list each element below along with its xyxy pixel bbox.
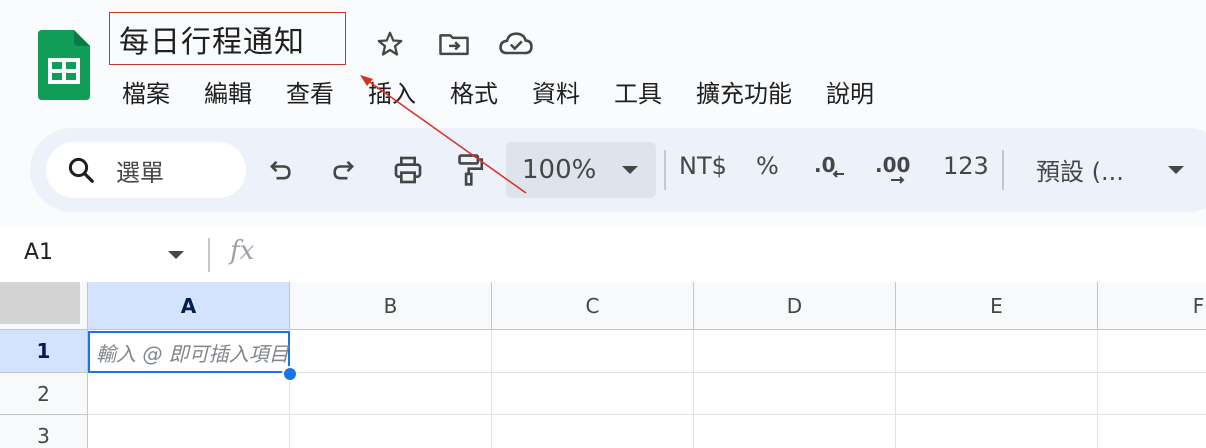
sheets-logo[interactable] [38, 30, 90, 100]
svg-text:.00: .00 [875, 153, 910, 177]
cell[interactable] [492, 373, 694, 415]
cell[interactable] [290, 330, 492, 373]
star-icon[interactable] [372, 26, 408, 62]
decrease-decimal-button[interactable]: .0 [806, 146, 854, 194]
print-button[interactable] [384, 146, 432, 194]
cell[interactable] [492, 415, 694, 448]
menu-format[interactable]: 格式 [450, 76, 498, 112]
move-to-folder-icon[interactable] [436, 26, 472, 62]
increase-decimal-icon: .00 [875, 153, 910, 184]
currency-format-button[interactable]: NT$ [679, 152, 727, 180]
formula-divider [208, 238, 210, 272]
cell[interactable] [88, 373, 290, 415]
column-header-c[interactable]: C [492, 282, 694, 330]
percent-format-button[interactable]: % [756, 152, 779, 180]
undo-icon [270, 160, 291, 180]
redo-icon [333, 160, 354, 180]
row-header-3[interactable]: 3 [0, 415, 88, 448]
fx-icon: fx [230, 236, 255, 266]
print-icon [394, 156, 422, 184]
cell[interactable] [896, 373, 1098, 415]
document-title: 每日行程通知 [119, 24, 305, 60]
column-header-f[interactable]: F [1098, 282, 1206, 330]
chevron-down-icon [622, 166, 638, 174]
cell[interactable] [694, 415, 896, 448]
chevron-down-icon[interactable] [1168, 166, 1184, 174]
increase-decimal-button[interactable]: .00 [870, 146, 918, 194]
search-label: 選單 [116, 158, 164, 187]
cell[interactable] [290, 373, 492, 415]
paint-format-button[interactable] [446, 146, 494, 194]
sheets-window: 每日行程通知 檔案 編輯 查看 插入 格式 資料 工具 擴充功能 說明 選單 1… [0, 0, 1206, 448]
cell[interactable] [88, 415, 290, 448]
menu-file[interactable]: 檔案 [122, 76, 170, 112]
toolbar-divider [664, 150, 666, 190]
column-header-a[interactable]: A [88, 282, 290, 330]
select-all-corner[interactable] [0, 282, 88, 330]
more-formats-button[interactable]: 123 [943, 152, 989, 180]
redo-button[interactable] [320, 146, 368, 194]
decrease-decimal-icon: .0 [814, 153, 844, 178]
cell[interactable] [492, 330, 694, 373]
menu-tools[interactable]: 工具 [614, 76, 662, 112]
menu-data[interactable]: 資料 [532, 76, 580, 112]
chevron-down-icon[interactable] [168, 251, 184, 259]
menu-edit[interactable]: 編輯 [204, 76, 252, 112]
menu-search[interactable]: 選單 [46, 142, 246, 198]
fill-handle[interactable] [282, 366, 298, 382]
cell[interactable] [896, 330, 1098, 373]
menu-insert[interactable]: 插入 [368, 76, 416, 112]
column-header-e[interactable]: E [896, 282, 1098, 330]
toolbar-divider [1002, 150, 1004, 190]
cell[interactable] [694, 330, 896, 373]
menu-help[interactable]: 說明 [826, 76, 874, 112]
cell-placeholder: 輸入 @ 即可插入項目 [96, 341, 289, 366]
menu-view[interactable]: 查看 [286, 76, 334, 112]
cell[interactable] [1098, 373, 1206, 415]
active-cell-a1[interactable]: 輸入 @ 即可插入項目 [88, 331, 290, 373]
cell[interactable] [1098, 330, 1206, 373]
document-title-box[interactable]: 每日行程通知 [109, 12, 346, 65]
column-header-b[interactable]: B [290, 282, 492, 330]
zoom-select[interactable]: 100% [506, 142, 656, 198]
cell[interactable] [694, 373, 896, 415]
cloud-saved-icon[interactable] [498, 26, 534, 62]
cell[interactable] [896, 415, 1098, 448]
search-icon [68, 157, 94, 183]
column-header-d[interactable]: D [694, 282, 896, 330]
cell[interactable] [290, 415, 492, 448]
row-header-1[interactable]: 1 [0, 330, 88, 373]
menu-bar: 檔案 編輯 查看 插入 格式 資料 工具 擴充功能 說明 [122, 76, 908, 112]
zoom-value: 100% [522, 155, 597, 185]
undo-button[interactable] [256, 146, 304, 194]
name-box[interactable]: A1 [24, 240, 53, 265]
row-header-2[interactable]: 2 [0, 373, 88, 415]
svg-text:.0: .0 [814, 153, 836, 177]
cell[interactable] [1098, 415, 1206, 448]
menu-extensions[interactable]: 擴充功能 [696, 76, 792, 112]
paint-format-icon [458, 154, 484, 186]
font-select[interactable]: 預設 (... [1036, 152, 1124, 187]
